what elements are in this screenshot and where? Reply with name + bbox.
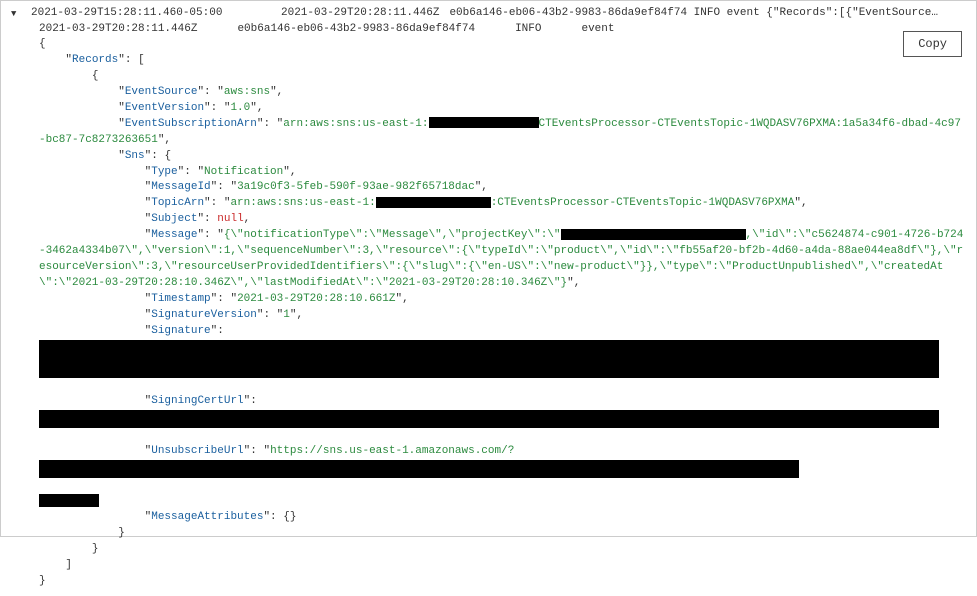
val-sigver: 1	[283, 309, 290, 321]
header-message-summary: e0b6a146-eb06-43b2-9983-86da9ef84f74 INF…	[449, 7, 937, 19]
detail-level: INFO	[515, 23, 541, 35]
redacted-signature	[39, 340, 939, 378]
val-topicarn-p1: arn:aws:sns:us-east-1:	[230, 197, 375, 209]
key-eventversion: EventVersion	[125, 102, 204, 114]
header-timestamp-utc: 2021-03-29T20:28:11.446Z	[281, 7, 439, 19]
val-timestamp: 2021-03-29T20:28:10.661Z	[237, 293, 395, 305]
val-message-p1: {\"notificationType\":\"Message\",\"proj…	[224, 229, 561, 241]
key-signingcert: SigningCertUrl	[151, 395, 243, 407]
log-detail: 2021-03-29T20:28:11.446Z e0b6a146-eb06-4…	[11, 23, 966, 590]
key-type: Type	[151, 166, 177, 178]
val-topicarn-p2: :CTEventsProcessor-CTEventsTopic-1WQDASV…	[491, 197, 795, 209]
val-messageid: 3a19c0f3-5feb-590f-93ae-982f65718dac	[237, 181, 475, 193]
key-sigver: SignatureVersion	[151, 309, 257, 321]
detail-request-id: e0b6a146-eb06-43b2-9983-86da9ef84f74	[237, 23, 475, 35]
redacted-trail	[39, 494, 99, 507]
redacted-unsub	[39, 460, 799, 478]
key-messageid: MessageId	[151, 181, 210, 193]
key-timestamp: Timestamp	[151, 293, 210, 305]
redacted-projectkey	[561, 229, 746, 240]
val-eventsource: aws:sns	[224, 86, 270, 98]
collapse-icon[interactable]: ▼	[11, 7, 21, 19]
val-unsub: https://sns.us-east-1.amazonaws.com/?	[270, 445, 514, 457]
val-type: Notification	[204, 166, 283, 178]
detail-event: event	[581, 23, 614, 35]
key-msgattr: MessageAttributes	[151, 511, 263, 523]
json-body[interactable]: { "Records": [ { "EventSource": "aws:sns…	[39, 37, 966, 590]
redacted-account-2	[376, 197, 491, 208]
header-timestamp-local: 2021-03-29T15:28:11.460-05:00	[31, 7, 241, 19]
key-topicarn: TopicArn	[151, 197, 204, 209]
key-message: Message	[151, 229, 197, 241]
key-eventsubarn: EventSubscriptionArn	[125, 118, 257, 130]
key-subject: Subject	[151, 213, 197, 225]
key-unsub: UnsubscribeUrl	[151, 445, 243, 457]
key-eventsource: EventSource	[125, 86, 198, 98]
val-eventversion: 1.0	[230, 102, 250, 114]
log-header-row[interactable]: ▼ 2021-03-29T15:28:11.460-05:00 2021-03-…	[11, 7, 966, 19]
key-records: Records	[72, 54, 118, 66]
val-eventsubarn-p1: arn:aws:sns:us-east-1:	[283, 118, 428, 130]
detail-header: 2021-03-29T20:28:11.446Z e0b6a146-eb06-4…	[39, 23, 966, 35]
redacted-signingcert	[39, 410, 939, 428]
key-sns: Sns	[125, 150, 145, 162]
detail-timestamp: 2021-03-29T20:28:11.446Z	[39, 23, 197, 35]
redacted-account-1	[429, 117, 539, 128]
val-subject: null	[217, 213, 243, 225]
log-container: ▼ 2021-03-29T15:28:11.460-05:00 2021-03-…	[1, 1, 976, 596]
key-signature: Signature	[151, 325, 210, 337]
